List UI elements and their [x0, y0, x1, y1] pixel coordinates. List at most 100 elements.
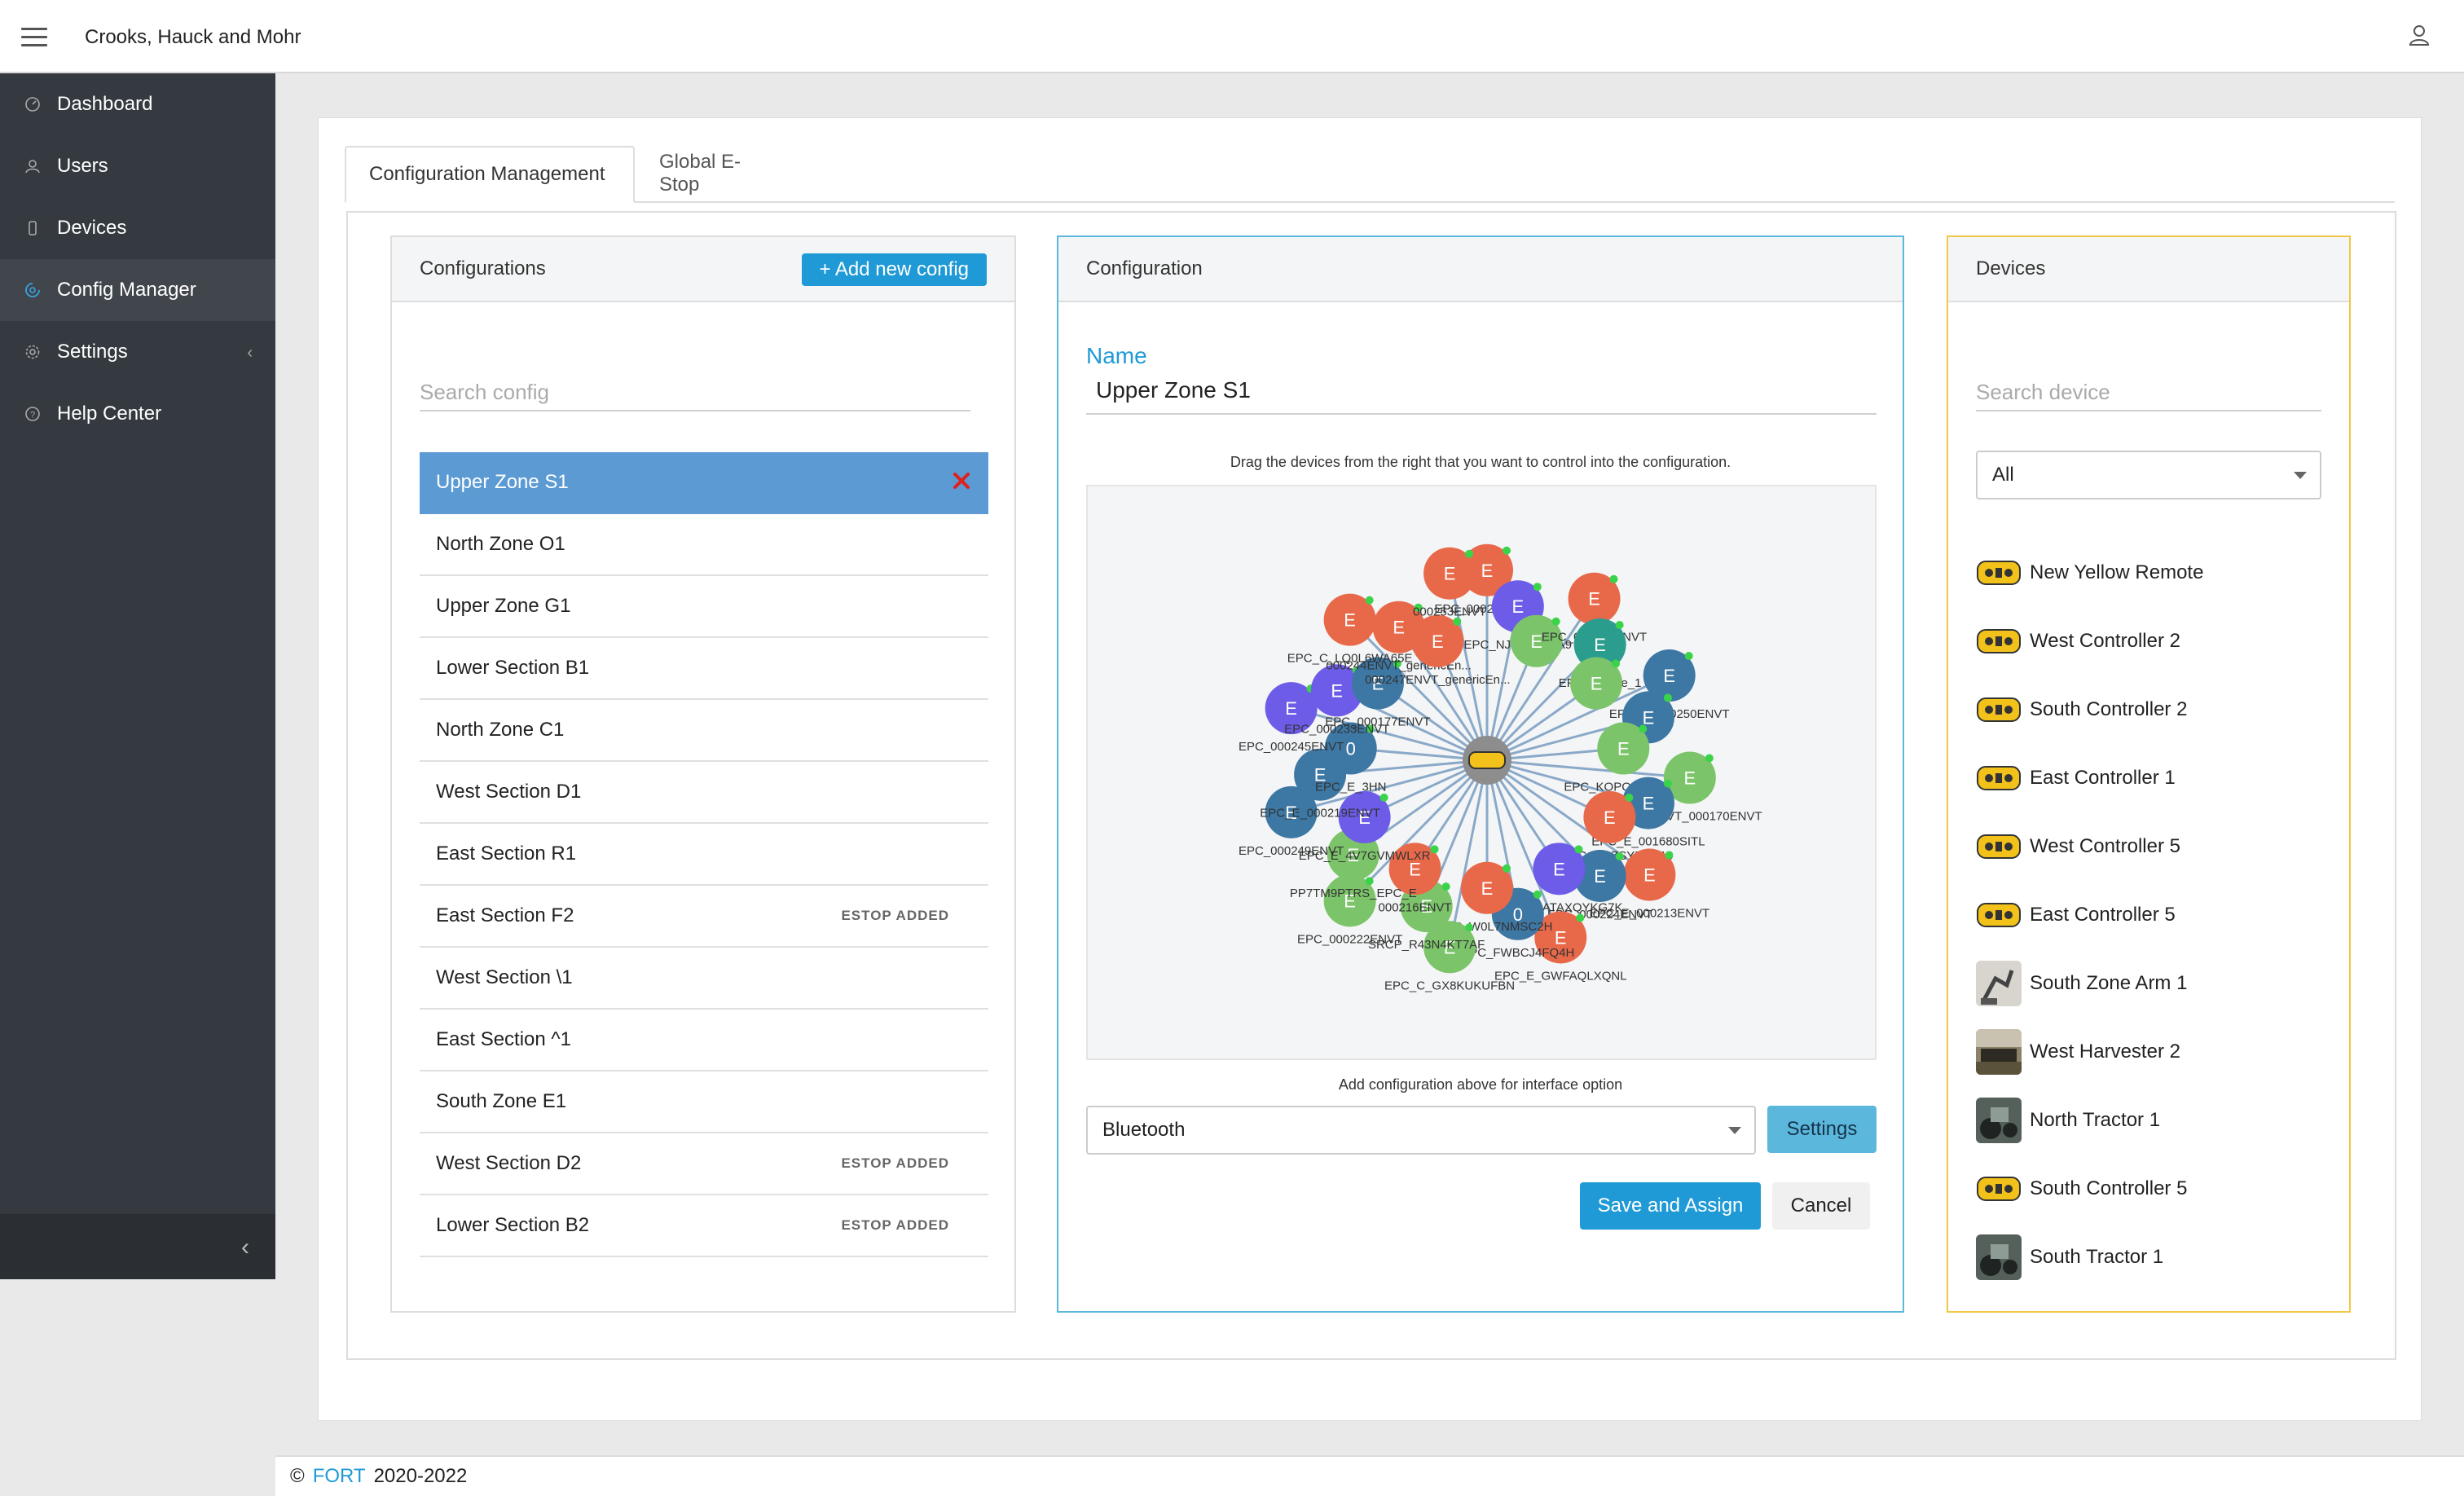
- device-item[interactable]: North Tractor 1: [1976, 1086, 2334, 1155]
- config-item[interactable]: North Zone O1: [420, 514, 988, 576]
- config-item[interactable]: South Zone E1: [420, 1071, 988, 1133]
- online-status-dot: [1533, 583, 1542, 592]
- user-account-icon[interactable]: [2407, 23, 2431, 47]
- tab-configuration-management[interactable]: Configuration Management: [345, 146, 635, 203]
- graph-node-label: 000253ENVT: [1413, 605, 1486, 619]
- graph-node-letter: E: [1643, 707, 1655, 728]
- device-item[interactable]: South Tractor 1: [1976, 1223, 2334, 1291]
- devices-panel: Devices Search device All New Yellow Rem…: [1947, 235, 2351, 1313]
- graph-node-letter: E: [1481, 878, 1494, 899]
- estop-added-badge: ESTOP ADDED: [841, 1155, 949, 1171]
- sidebar-item-dashboard[interactable]: Dashboard: [0, 73, 275, 135]
- tab-global-estop[interactable]: Global E-Stop: [636, 146, 786, 201]
- graph-node-label: EPC_000177ENVT: [1325, 715, 1430, 729]
- panel-title: Devices: [1976, 257, 2046, 279]
- config-item-label: East Section R1: [436, 843, 577, 865]
- graph-node-letter: E: [1594, 635, 1606, 655]
- config-item[interactable]: West Section \1: [420, 948, 988, 1010]
- main-card: Configuration Management Global E-Stop C…: [318, 117, 2422, 1421]
- device-item[interactable]: West Controller 5: [1976, 812, 2334, 881]
- sidebar-item-settings[interactable]: Settings ‹: [0, 321, 275, 383]
- graph-node-letter: E: [1555, 927, 1567, 948]
- config-item[interactable]: East Section ^1: [420, 1010, 988, 1071]
- interface-select[interactable]: Bluetooth: [1086, 1106, 1756, 1155]
- config-item[interactable]: Lower Section B1: [420, 638, 988, 700]
- fort-link[interactable]: FORT: [313, 1465, 366, 1488]
- device-item-label: West Harvester 2: [2030, 1041, 2180, 1063]
- online-status-dot: [1615, 621, 1624, 630]
- online-status-dot: [1503, 864, 1511, 873]
- device-item[interactable]: South Zone Arm 1: [1976, 949, 2334, 1018]
- device-graph[interactable]: EEPC_000229ENVTEEPC_NJEKWMAA9EEEPC_00025…: [1088, 486, 1875, 1058]
- graph-node-label: EPC_000249ENVT: [1239, 844, 1344, 858]
- hamburger-menu-icon[interactable]: [21, 28, 47, 47]
- device-item[interactable]: West Controller 2: [1976, 607, 2334, 675]
- graph-node-label: PP7TM9PTRS_EPC_E: [1290, 887, 1417, 900]
- device-item-label: West Controller 5: [2030, 835, 2180, 857]
- config-item-label: Upper Zone S1: [436, 471, 569, 493]
- config-item[interactable]: Lower Section B2 ESTOP ADDED: [420, 1195, 988, 1257]
- graph-node-letter: E: [1444, 564, 1456, 584]
- name-label: Name: [1086, 343, 1147, 368]
- sidebar-item-users[interactable]: Users: [0, 135, 275, 197]
- top-bar: Crooks, Hauck and Mohr: [0, 0, 2464, 73]
- config-item[interactable]: Upper Zone G1: [420, 576, 988, 638]
- device-item[interactable]: East Controller 5: [1976, 881, 2334, 949]
- config-item-label: Upper Zone G1: [436, 595, 571, 617]
- online-status-dot: [1441, 882, 1450, 891]
- device-item-label: East Controller 1: [2030, 767, 2176, 789]
- graph-node-letter: 0: [1346, 739, 1356, 759]
- collapse-sidebar-icon[interactable]: ‹: [241, 1234, 249, 1261]
- device-item[interactable]: New Yellow Remote: [1976, 539, 2334, 607]
- gear-icon: [25, 345, 40, 359]
- graph-node-letter: E: [1617, 739, 1630, 759]
- graph-node-letter: E: [1285, 698, 1297, 719]
- config-name-input[interactable]: Upper Zone S1: [1086, 377, 1877, 415]
- device-item-label: North Tractor 1: [2030, 1109, 2161, 1131]
- search-config-input[interactable]: Search config: [420, 376, 970, 411]
- config-item-label: Lower Section B1: [436, 657, 590, 679]
- copyright-symbol: ©: [290, 1465, 305, 1487]
- interface-select-value: Bluetooth: [1102, 1119, 1186, 1141]
- config-item[interactable]: East Section F2 ESTOP ADDED: [420, 886, 988, 948]
- graph-node-label: EPC_000222ENVT: [1297, 932, 1402, 946]
- device-item[interactable]: South Controller 2: [1976, 675, 2334, 744]
- save-and-assign-button[interactable]: Save and Assign: [1580, 1182, 1761, 1230]
- sidebar-item-devices[interactable]: Devices: [0, 197, 275, 259]
- estop-added-badge: ESTOP ADDED: [841, 908, 949, 923]
- online-status-dot: [1663, 693, 1672, 702]
- device-item[interactable]: West Harvester 2: [1976, 1018, 2334, 1086]
- remote-thumbnail-icon: [1977, 1177, 2021, 1201]
- sidebar-item-config-manager[interactable]: Config Manager: [0, 259, 275, 321]
- search-device-input[interactable]: Search device: [1976, 376, 2321, 411]
- device-list: New Yellow Remote West Controller 2 South …: [1976, 539, 2334, 1291]
- config-item[interactable]: East Section R1: [420, 824, 988, 886]
- chevron-down-icon: [2294, 472, 2307, 479]
- add-new-config-button[interactable]: + Add new config: [801, 253, 987, 286]
- svg-text:?: ?: [30, 411, 35, 420]
- config-item-label: North Zone C1: [436, 719, 565, 741]
- config-item-label: East Section F2: [436, 904, 574, 926]
- graph-node-letter: E: [1530, 631, 1542, 652]
- device-item[interactable]: South Controller 5: [1976, 1155, 2334, 1223]
- config-item[interactable]: North Zone C1: [420, 700, 988, 762]
- config-item[interactable]: Upper Zone S1: [420, 452, 988, 514]
- devices-header: Devices: [1948, 237, 2349, 302]
- sidebar-item-help-center[interactable]: ? Help Center: [0, 383, 275, 445]
- cancel-button[interactable]: Cancel: [1772, 1182, 1870, 1230]
- delete-config-icon[interactable]: [949, 469, 974, 493]
- sidebar-item-label: Help Center: [57, 403, 162, 425]
- settings-button[interactable]: Settings: [1767, 1106, 1877, 1153]
- config-item-label: West Section \1: [436, 966, 573, 988]
- sidebar-item-label: Settings: [57, 341, 128, 363]
- graph-node-letter: E: [1588, 589, 1600, 609]
- device-graph-dropzone[interactable]: EEPC_000229ENVTEEPC_NJEKWMAA9EEEPC_00025…: [1086, 485, 1877, 1060]
- device-item[interactable]: East Controller 1: [1976, 744, 2334, 812]
- device-filter-select[interactable]: All: [1976, 451, 2321, 499]
- graph-node-label: 000216ENVT: [1379, 900, 1452, 914]
- footer-years: 2020-2022: [373, 1465, 468, 1487]
- config-item[interactable]: West Section D1: [420, 762, 988, 824]
- config-item[interactable]: West Section D2 ESTOP ADDED: [420, 1133, 988, 1195]
- sidebar-item-label: Config Manager: [57, 279, 196, 301]
- online-status-dot: [1574, 845, 1583, 854]
